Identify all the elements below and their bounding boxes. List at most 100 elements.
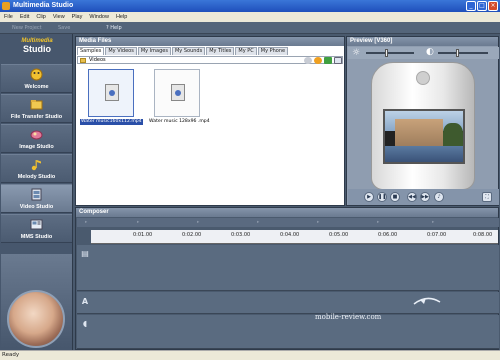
logo-line2: Studio [23,44,51,54]
file-label[interactable]: Water music 128x96 .mp4 [148,119,211,125]
video-track[interactable]: ▤ [77,245,499,291]
view-mode-icon[interactable] [334,57,342,64]
timeline-tick: 0:07.00 [427,232,447,238]
menu-window[interactable]: Window [89,12,109,22]
composer-toolbar: ▸ ▸ ▸ ▸ ▸ ▸ ▸ [77,218,499,227]
timeline-tick: 0:06.00 [378,232,398,238]
composer-tool-button[interactable]: ▸ [317,219,319,226]
folder-path-bar[interactable]: Videos [77,56,343,64]
app-window: Multimedia Studio _ □ × File Edit Clip V… [0,0,500,360]
menu-play[interactable]: Play [72,12,83,22]
sidebar-item-label: Image Studio [19,144,54,150]
tab-my-sounds[interactable]: My Sounds [171,47,206,55]
tab-my-phone[interactable]: My Phone [257,47,289,55]
stop-icon[interactable]: ■ [390,192,400,202]
file-label[interactable]: Water music160x112.mp4 [80,119,143,125]
video-frame-building [395,119,443,149]
phone-logo-icon [416,71,430,85]
user-photo-area [1,254,72,348]
sidebar-item-label: MMS Studio [20,234,53,240]
new-project-button[interactable]: New Project [12,24,42,32]
contrast-icon: ◐ [426,47,434,57]
menu-bar: File Edit Clip View Play Window Help [0,12,500,22]
playback-controls: ▶ ❚❚ ■ ◀◀ ▶▶ ♪ ⛶ [348,189,499,205]
contrast-slider-knob[interactable] [456,49,459,57]
pause-icon[interactable]: ❚❚ [377,192,387,202]
sidebar-item-image[interactable]: Image Studio [1,124,72,153]
sidebar-item-label: File Transfer Studio [10,114,63,120]
mms-icon [30,219,43,230]
timeline-ruler[interactable]: 0:01.00 0:02.00 0:03.00 0:04.00 0:05.00 … [91,230,498,244]
help-button[interactable]: ? Help [106,24,122,32]
menu-view[interactable]: View [53,12,65,22]
sidebar-item-video[interactable]: Video Studio [1,184,72,213]
composer-tool-button[interactable]: ▸ [137,219,139,226]
audio-track[interactable]: ◖ [77,315,499,349]
sidebar-item-label: Melody Studio [17,174,56,180]
status-text: Ready [2,352,20,358]
composer-tool-button[interactable]: ▸ [257,219,259,226]
timeline-tick: 0:03.00 [231,232,251,238]
tab-my-images[interactable]: My Images [137,47,171,55]
video-frame-water [385,146,463,162]
minimize-button[interactable]: _ [466,1,476,11]
tab-my-titles[interactable]: My Titles [206,47,235,55]
watermark-text: mobile-review.com [315,313,382,321]
video-preview-screen [383,109,465,164]
menu-file[interactable]: File [4,12,13,22]
sidebar-item-mms[interactable]: MMS Studio [1,214,72,243]
preview-title: Preview [V360] [347,37,498,46]
fullscreen-icon[interactable]: ⛶ [482,192,492,202]
film-icon [31,188,42,201]
sidebar-item-file-transfer[interactable]: File Transfer Studio [1,94,72,123]
menu-edit[interactable]: Edit [20,12,29,22]
media-files-title: Media Files [76,37,344,46]
window-title: Multimedia Studio [13,2,74,9]
video-file-icon [171,84,185,101]
phone-device [371,62,475,190]
watermark-logo [413,297,441,305]
media-files-panel: Media Files Samples My Videos My Images … [75,36,345,206]
sidebar-item-melody[interactable]: Melody Studio [1,154,72,183]
toolbar: New Project Save ? Help [0,22,500,34]
welcome-icon [30,68,43,81]
status-bar: Ready [0,350,500,360]
file-thumbnail[interactable] [154,69,200,117]
brightness-slider-knob[interactable] [385,49,388,57]
tab-my-pc[interactable]: My PC [235,47,257,55]
composer-panel: Composer ▸ ▸ ▸ ▸ ▸ ▸ ▸ 0:01.00 0:02.00 0… [75,207,499,350]
maximize-button[interactable]: □ [477,1,487,11]
folder-icon [80,58,86,63]
volume-icon[interactable]: ♪ [434,192,444,202]
tab-samples[interactable]: Samples [77,47,105,55]
preview-panel: Preview [V360] ☼ ◐ ▶ ❚❚ ■ ◀◀ ▶▶ ♪ ⛶ [346,36,499,206]
help-label: Help [110,25,122,31]
contrast-slider[interactable] [438,52,488,54]
folder-icon [30,100,43,110]
video-file-icon [105,84,119,101]
file-thumbnail[interactable] [88,69,134,117]
save-button[interactable]: Save [58,24,70,32]
sidebar-item-welcome[interactable]: Welcome [1,64,72,93]
composer-tool-button[interactable]: ▸ [85,219,87,226]
brightness-icon: ☼ [352,48,361,58]
app-icon [2,2,10,10]
close-button[interactable]: × [488,1,498,11]
star-icon[interactable] [314,57,322,64]
menu-help[interactable]: Help [116,12,127,22]
video-track-icon: ▤ [81,249,89,258]
menu-clip[interactable]: Clip [36,12,45,22]
timeline-tick: 0:04.00 [280,232,300,238]
tab-my-videos[interactable]: My Videos [105,47,137,55]
composer-tool-button[interactable]: ▸ [197,219,199,226]
rewind-icon[interactable]: ◀◀ [407,192,417,202]
composer-tool-button[interactable]: ▸ [432,219,434,226]
folder-up-icon[interactable] [324,57,332,64]
play-icon[interactable]: ▶ [364,192,374,202]
refresh-icon[interactable] [304,57,312,64]
composer-tool-button[interactable]: ▸ [377,219,379,226]
fast-forward-icon[interactable]: ▶▶ [420,192,430,202]
brightness-slider[interactable] [366,52,414,54]
timeline-tick: 0:01.00 [133,232,153,238]
composer-title: Composer [76,208,498,217]
